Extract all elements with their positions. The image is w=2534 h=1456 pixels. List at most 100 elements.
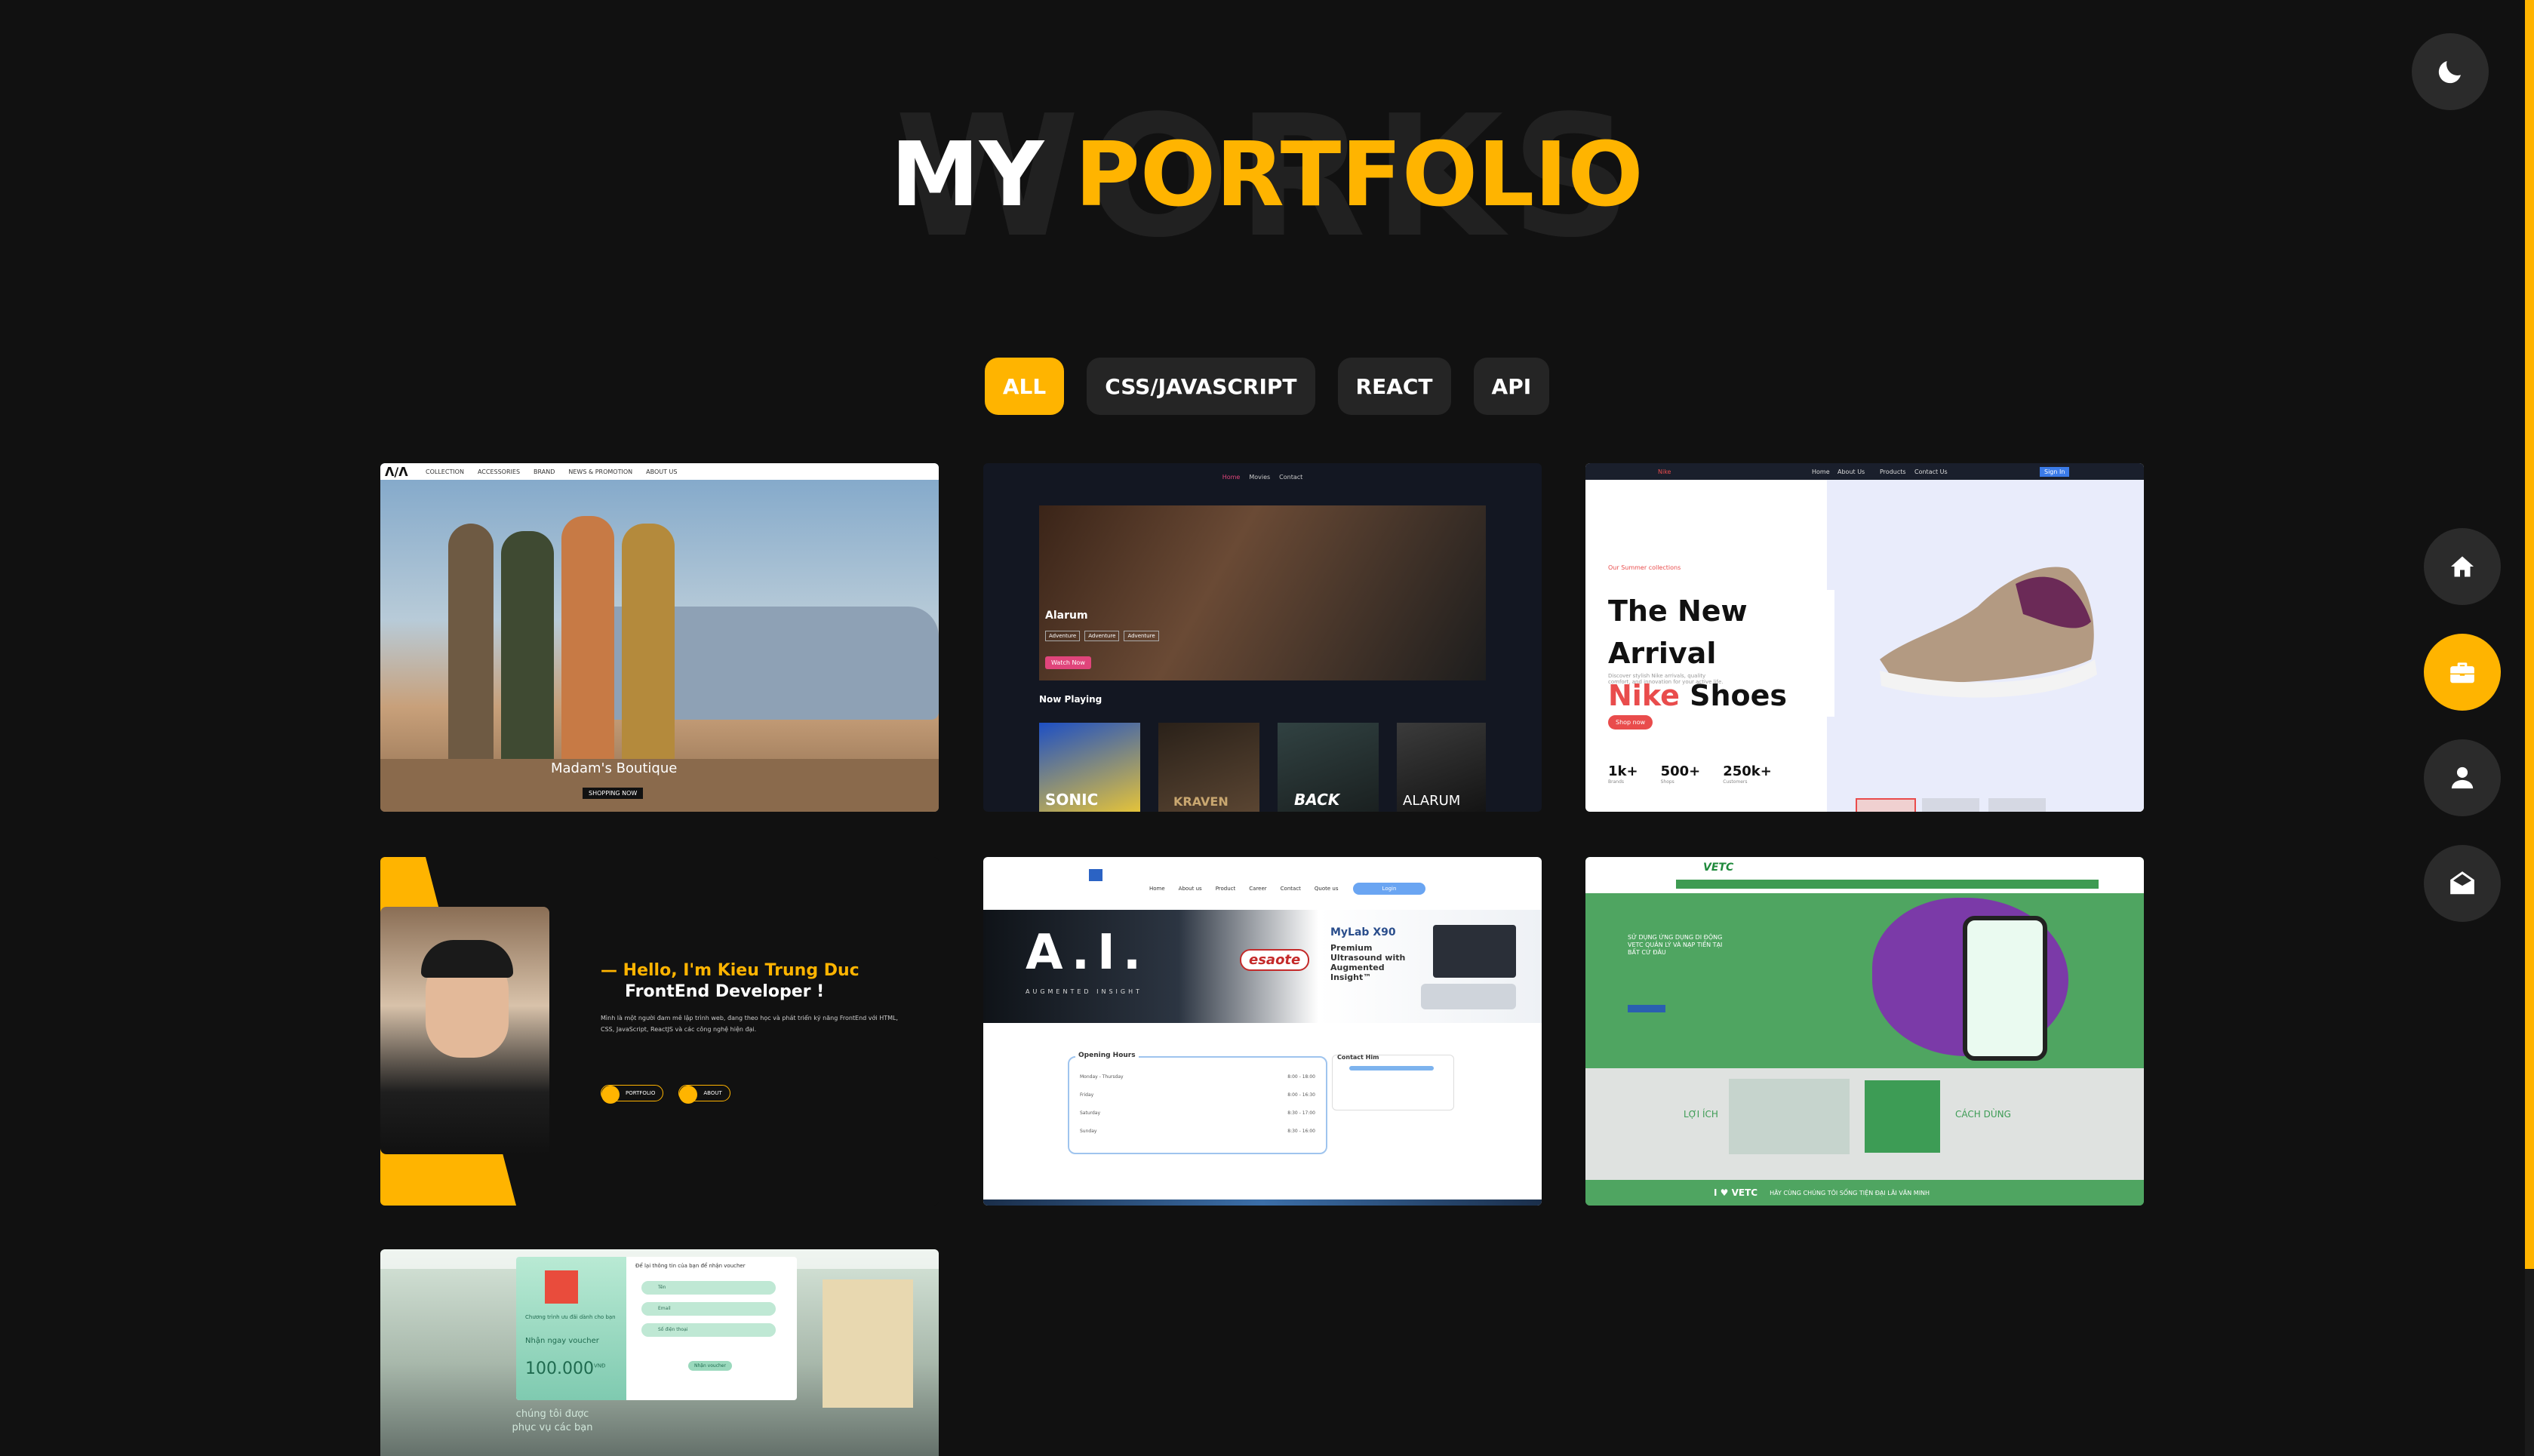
page-title: MY PORTFOLIO xyxy=(0,118,2534,231)
thumb-nav-bar xyxy=(1676,880,2099,889)
voucher-popup: Chương trình ưu đãi dành cho bạn Nhận ng… xyxy=(516,1257,797,1400)
voucher-field: Số điện thoại xyxy=(641,1323,776,1337)
greeting-text: Hello, I'm Kieu Trung Duc xyxy=(623,961,860,980)
poster: KRAVEN xyxy=(1158,723,1259,812)
vetc-headline: SỬ DỤNG ỨNG DỤNG DI ĐỘNG VETC QUẢN LÝ VÀ… xyxy=(1628,934,1723,956)
hero-sub: AUGMENTED INSIGHT xyxy=(1026,988,1142,995)
thumb-nav-item: Movies xyxy=(1249,474,1271,481)
thumb-cta: Shop now xyxy=(1608,715,1653,730)
isometric-building xyxy=(1865,1080,1940,1153)
poster: ALARUM xyxy=(1397,723,1486,812)
footer-strip xyxy=(983,1200,1542,1206)
hero-banner: A.I. AUGMENTED INSIGHT esaote MyLab X90 … xyxy=(983,910,1542,1023)
thumb-cta: SHOPPING NOW xyxy=(583,788,644,799)
thumb-login: Login xyxy=(1353,883,1425,895)
isometric-illustration xyxy=(1729,1079,1850,1154)
portfolio-greeting: — Hello, I'm Kieu Trung Duc xyxy=(601,961,860,980)
thumb-description: Discover stylish Nike arrivals, quality … xyxy=(1608,673,1724,685)
gift-icon xyxy=(545,1270,578,1304)
voucher-bg-text: chúng tôi được phục vụ các bạn xyxy=(512,1408,593,1433)
poster: SONIC xyxy=(1039,723,1140,812)
voucher-field: Email xyxy=(641,1302,776,1316)
portfolio-buttons: PORTFOLIO ABOUT xyxy=(601,1085,730,1104)
scrollbar-track[interactable] xyxy=(2525,1269,2534,1456)
thumb-nav: Home About us Product Career Contact Quo… xyxy=(1149,886,1339,892)
hours-time: 8:30 - 17:00 xyxy=(1287,1110,1315,1116)
thumb-swatch xyxy=(1922,798,1979,812)
thumb-nav-item: Quote us xyxy=(1314,886,1339,892)
stat-value: 250k+ xyxy=(1723,763,1772,779)
hours-time: 8:00 - 18:00 xyxy=(1287,1074,1315,1080)
ultrasound-device xyxy=(1433,925,1516,978)
tag: Adventure xyxy=(1124,631,1159,641)
vetc-footer-text: HÃY CÙNG CHÚNG TÔI SỐNG TIỆN ĐẠI LÃI VĂN… xyxy=(1770,1189,1930,1196)
nav-contact-button[interactable] xyxy=(2424,845,2501,922)
project-card-dental-voucher[interactable]: Chương trình ưu đãi dành cho bạn Nhận ng… xyxy=(380,1249,939,1456)
project-card-movie-site[interactable]: Home Movies Contact Alarum Adventure Adv… xyxy=(983,463,1542,812)
nav-about-button[interactable] xyxy=(2424,739,2501,816)
thumb-nav-item: Contact Us xyxy=(1914,468,1948,475)
project-card-medical-site[interactable]: Home About us Product Career Contact Quo… xyxy=(983,857,1542,1206)
side-navigation xyxy=(2424,528,2501,922)
thumb-nav-item: ACCESSORIES xyxy=(477,468,521,475)
wall-art xyxy=(823,1279,913,1408)
thumb-nav: Nike Home About Us Products Contact Us S… xyxy=(1585,463,2144,480)
thumb-nav-item: ABOUT US xyxy=(646,468,678,475)
hours-day: Sunday xyxy=(1080,1129,1097,1134)
poster: BACK xyxy=(1278,723,1379,812)
hours-day: Monday - Thursday xyxy=(1080,1074,1124,1080)
stat-value: 500+ xyxy=(1660,763,1701,779)
filter-react[interactable]: REACT xyxy=(1337,358,1451,415)
voucher-promo: Chương trình ưu đãi dành cho bạn xyxy=(525,1314,616,1320)
nav-portfolio-button[interactable] xyxy=(2424,634,2501,711)
poster-title: SONIC xyxy=(1045,791,1099,809)
profile-photo xyxy=(380,907,549,1154)
person-figure xyxy=(622,524,675,773)
thumb-nav-item: Home xyxy=(1149,886,1165,892)
tag: Adventure xyxy=(1045,631,1081,641)
nav-home-button[interactable] xyxy=(2424,528,2501,605)
project-card-vetc[interactable]: VETC SỬ DỤNG ỨNG DỤNG DI ĐỘNG VETC QUẢN … xyxy=(1585,857,2144,1206)
hours-title: Opening Hours xyxy=(1075,1052,1139,1059)
thumb-button-label: ABOUT xyxy=(703,1090,722,1096)
filter-api[interactable]: API xyxy=(1473,358,1550,415)
stat-value: 1k+ xyxy=(1608,763,1638,779)
vetc-right-label: CÁCH DÙNG xyxy=(1955,1109,2011,1120)
hero-text: A.I. xyxy=(1026,925,1149,981)
thumb-nav-item: Home xyxy=(1222,474,1241,481)
stat-label: Shops xyxy=(1660,779,1674,785)
project-card-madams-boutique[interactable]: ᐱ/ᐱ COLLECTION ACCESSORIES BRAND NEWS & … xyxy=(380,463,939,812)
thumb-nav-item: Product xyxy=(1215,886,1236,892)
user-icon xyxy=(2451,766,2474,789)
filter-all[interactable]: ALL xyxy=(984,358,1065,415)
moon-icon xyxy=(2438,61,2461,84)
person-figure xyxy=(501,531,554,773)
thumb-nav: Home Movies Contact xyxy=(983,474,1542,481)
thumb-nav-item: Contact xyxy=(1279,474,1303,481)
hours-day: Friday xyxy=(1080,1092,1094,1098)
project-thumb-nav: ᐱ/ᐱ COLLECTION ACCESSORIES BRAND NEWS & … xyxy=(380,463,939,480)
hours-time: 8:00 - 16:30 xyxy=(1287,1092,1315,1098)
voucher-cta: Nhận voucher xyxy=(688,1361,732,1371)
voucher-label: Nhận ngay voucher xyxy=(525,1337,599,1345)
poster-title: KRAVEN xyxy=(1173,794,1229,809)
thumb-header: VETC xyxy=(1585,857,2144,893)
portfolio-filters: ALL CSS/JAVASCRIPT REACT API xyxy=(0,358,2534,415)
ultrasound-base xyxy=(1421,984,1516,1009)
project-card-nike[interactable]: Nike Home About Us Products Contact Us S… xyxy=(1585,463,2144,812)
voucher-amount: 100.000VNĐ xyxy=(525,1359,605,1378)
voucher-title: Để lại thông tin của bạn để nhận voucher xyxy=(635,1263,746,1269)
thumb-brand: Nike xyxy=(1658,468,1671,475)
person-figure xyxy=(561,516,614,773)
person-figure xyxy=(448,524,494,773)
esaote-logo: esaote xyxy=(1240,949,1310,971)
featured-tags: Adventure Adventure Adventure xyxy=(1045,631,1159,641)
project-card-personal-portfolio[interactable]: — Hello, I'm Kieu Trung Duc FrontEnd Dev… xyxy=(380,857,939,1206)
vetc-logo: VETC xyxy=(1703,862,1734,874)
shoe-illustration xyxy=(1880,567,2097,698)
contact-title: Contact Him xyxy=(1337,1054,1379,1061)
phone-mockup xyxy=(1963,916,2047,1061)
thumb-nav-item: Contact xyxy=(1280,886,1301,892)
filter-css-javascript[interactable]: CSS/JAVASCRIPT xyxy=(1087,358,1315,415)
section-title: Now Playing xyxy=(1039,694,1102,705)
